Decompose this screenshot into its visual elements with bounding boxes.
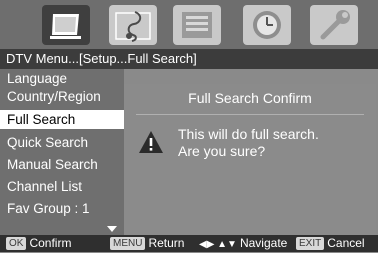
menu-item-manual-search[interactable]: Manual Search — [0, 155, 124, 174]
tab-setup[interactable] — [310, 5, 358, 45]
menu-item-full-search[interactable]: Full Search — [0, 110, 124, 129]
warning-icon — [139, 131, 163, 153]
wrench-icon — [320, 10, 350, 40]
confirm-dialog: Full Search Confirm This will do full se… — [124, 84, 376, 235]
dialog-divider — [136, 114, 364, 115]
confirm-label: Confirm — [29, 236, 72, 250]
screen-icon — [50, 14, 81, 39]
help-return: MENU Return — [110, 235, 184, 252]
cancel-label: Cancel — [327, 236, 365, 250]
music-note-icon — [115, 11, 151, 42]
exit-key-badge: EXIT — [296, 237, 325, 251]
menu-item-channel-list[interactable]: Channel List — [0, 177, 124, 196]
tab-picture[interactable] — [42, 5, 90, 45]
clock-icon — [253, 11, 281, 39]
dialog-title: Full Search Confirm — [188, 90, 312, 106]
menu-item-quick-search[interactable]: Quick Search — [0, 133, 124, 152]
dialog-message: This will do full search. Are you sure? — [178, 126, 374, 160]
navigate-label: Navigate — [239, 236, 288, 250]
tab-channel[interactable] — [173, 5, 221, 45]
channel-list-icon — [182, 12, 212, 38]
dialog-message-line1: This will do full search. — [178, 126, 319, 142]
help-cancel: EXIT Cancel — [296, 235, 365, 252]
scroll-down-arrow-icon[interactable] — [107, 226, 117, 232]
navigate-arrows-icon: ◀▶ ▲▼ — [199, 239, 237, 250]
ok-key-badge: OK — [6, 237, 27, 251]
top-icon-bar — [0, 0, 378, 49]
breadcrumb: DTV Menu...[Setup...Full Search] — [0, 49, 378, 69]
menu-item-fav-group[interactable]: Fav Group : 1 — [0, 199, 124, 218]
menu-key-badge: MENU — [110, 237, 146, 251]
help-confirm: OK Confirm — [6, 235, 71, 252]
menu-item-language[interactable]: Language — [0, 70, 124, 87]
return-label: Return — [148, 236, 185, 250]
tab-sound[interactable] — [109, 5, 157, 45]
help-navigate: ◀▶ ▲▼ Navigate — [199, 235, 287, 253]
tab-time[interactable] — [243, 5, 291, 45]
menu-item-country-region[interactable]: Country/Region — [0, 88, 124, 106]
help-bar: OK Confirm MENU Return ◀▶ ▲▼ Navigate EXIT C… — [0, 235, 378, 252]
dialog-message-line2: Are you sure? — [178, 143, 266, 159]
